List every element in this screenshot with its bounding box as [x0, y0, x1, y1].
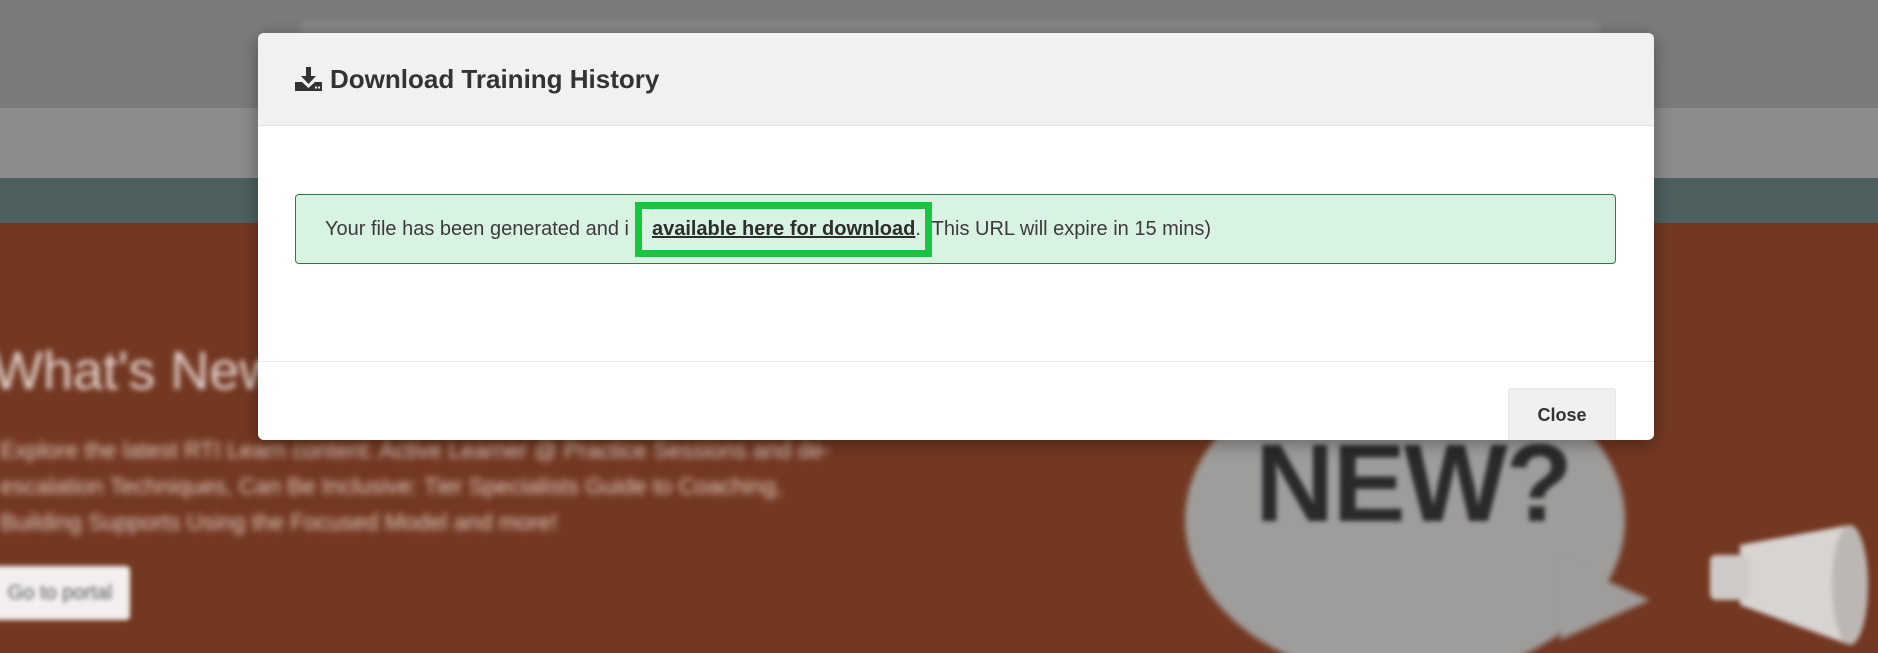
download-link[interactable]: available here for download [652, 218, 915, 241]
modal-title: Download Training History [330, 63, 660, 94]
megaphone-icon [1710, 525, 1868, 645]
alert-text-before: Your file has been generated and i [325, 217, 629, 240]
download-ready-alert: Your file has been generated and is avai… [295, 194, 1616, 264]
alert-text-after: . This URL will expire in 15 mins) [915, 217, 1212, 240]
background-hero-paragraph: Explore the latest RTI Learn content: Ac… [0, 437, 831, 535]
download-icon [295, 67, 322, 91]
background-hero-button: Go to portal [0, 566, 130, 620]
close-button[interactable]: Close [1508, 388, 1616, 440]
modal-footer: Close [258, 362, 1654, 440]
modal-header: Download Training History [258, 33, 1654, 126]
background-speech-bubble-tail [1560, 560, 1650, 640]
